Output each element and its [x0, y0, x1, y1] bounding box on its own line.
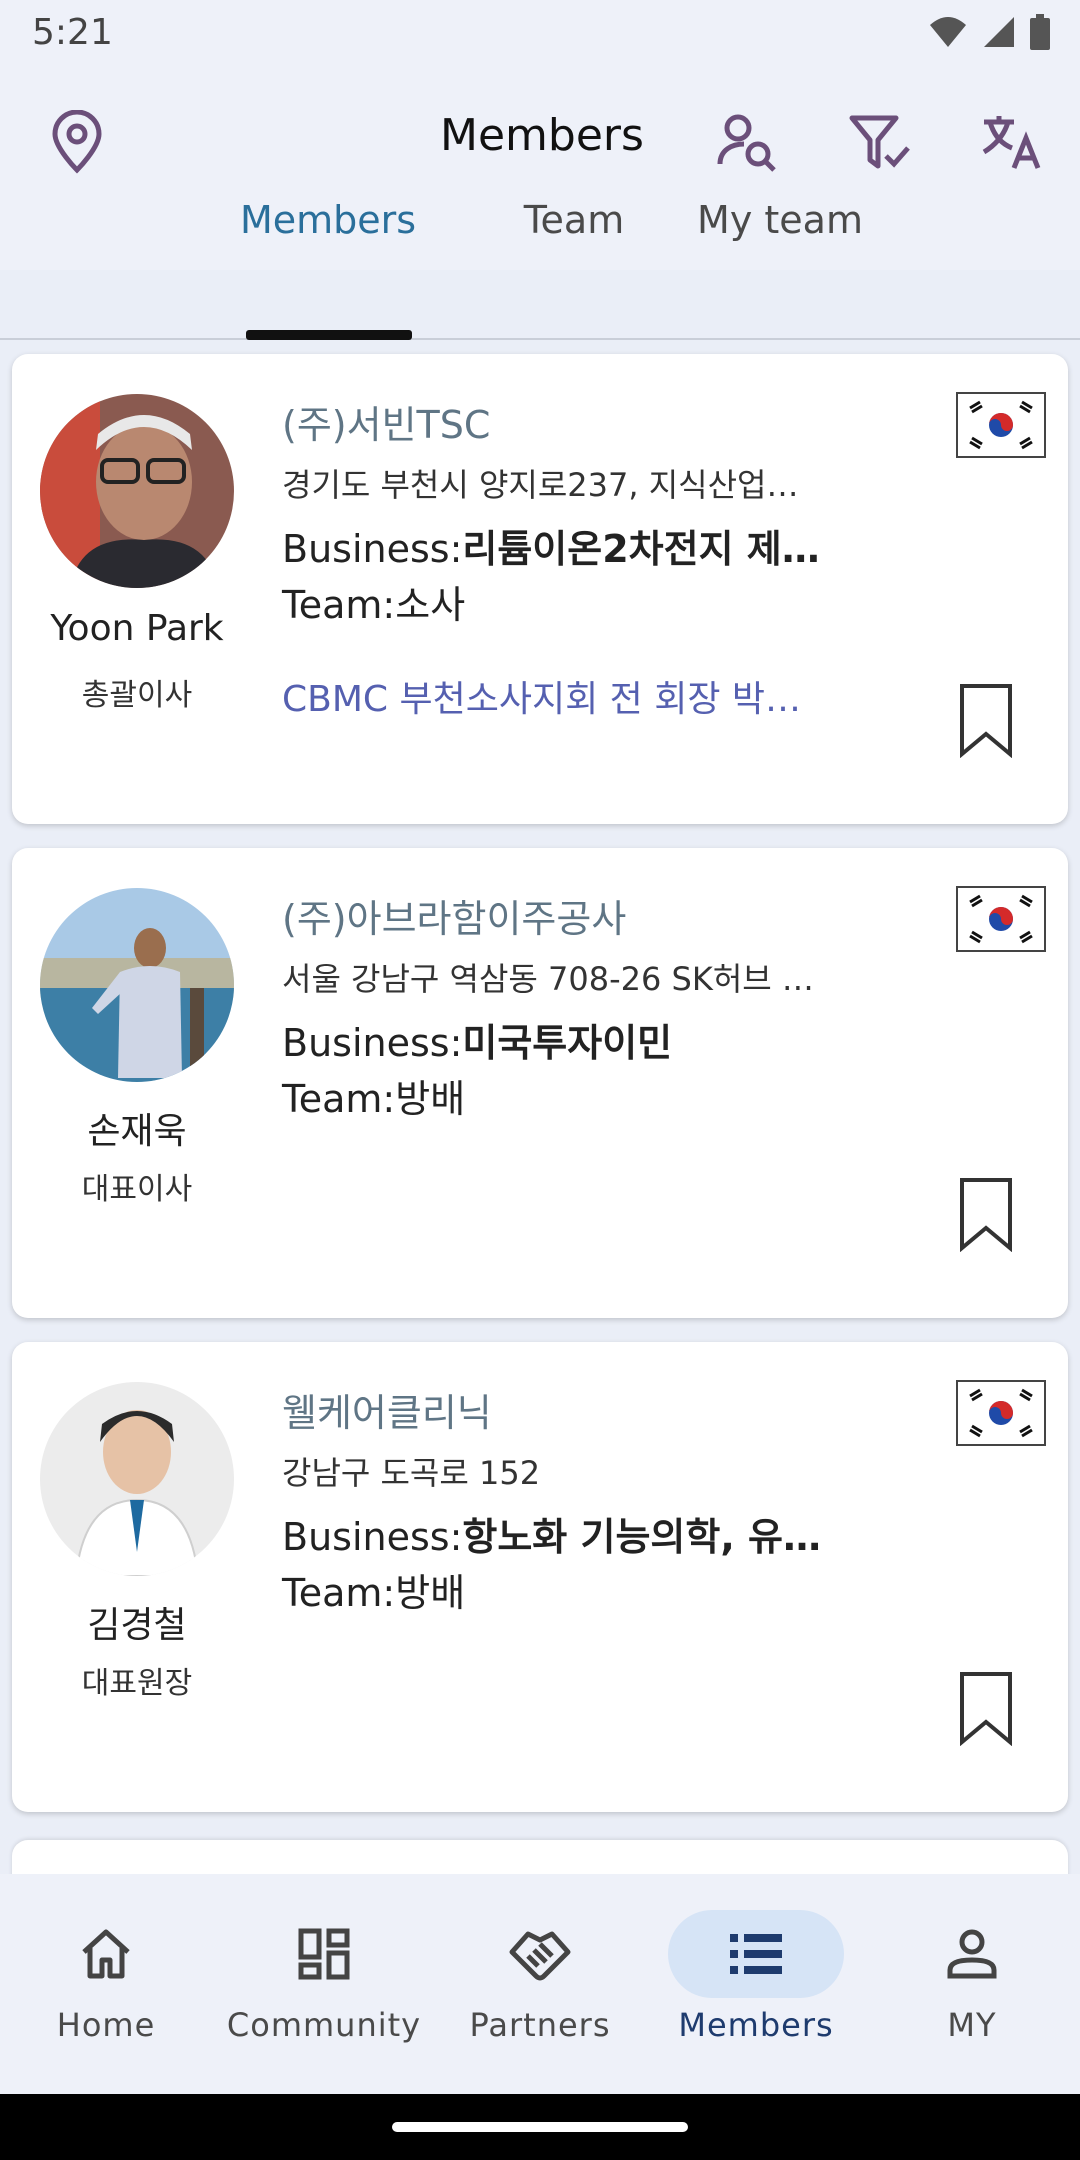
nav-home[interactable]: Home — [6, 1910, 206, 2060]
member-card-partial[interactable] — [12, 1840, 1068, 1876]
business-label: Business: — [282, 1515, 463, 1559]
nav-members[interactable]: Members — [656, 1910, 856, 2060]
tab-team[interactable]: Team — [484, 170, 664, 270]
business-value: 항노화 기능의학, 유… — [462, 1515, 821, 1559]
team-value: 소사 — [395, 583, 466, 627]
signal-icon — [984, 17, 1014, 47]
tab-members[interactable]: Members — [238, 170, 418, 270]
wifi-icon — [930, 17, 966, 47]
member-name: 김경철 — [87, 1605, 187, 1646]
gesture-handle[interactable] — [392, 2122, 688, 2132]
bottom-nav: Home Community Partners Members MY — [0, 1874, 1080, 2094]
company-address: 서울 강남구 역삼동 708-26 SK허브 … — [282, 960, 814, 998]
bookmark-icon[interactable] — [958, 682, 1014, 758]
page-title: Members — [440, 110, 644, 161]
team-line: Team:방배 — [282, 1068, 465, 1123]
company-name: 웰케어클리닉 — [282, 1391, 492, 1435]
nav-community[interactable]: Community — [224, 1910, 424, 2060]
dashboard-icon — [236, 1910, 412, 1998]
member-list[interactable]: Yoon Park 총괄이사 (주)서빈TSC 경기도 부천시 양지로237, … — [0, 340, 1080, 1876]
handshake-icon — [452, 1910, 628, 1998]
company-address: 경기도 부천시 양지로237, 지식산업… — [282, 466, 799, 504]
location-pin-icon — [52, 110, 102, 174]
nav-label: Partners — [469, 2006, 611, 2044]
tab-indicator — [246, 330, 412, 340]
person-icon — [884, 1910, 1060, 1998]
nav-partners[interactable]: Partners — [440, 1910, 640, 2060]
member-card[interactable]: Yoon Park 총괄이사 (주)서빈TSC 경기도 부천시 양지로237, … — [12, 354, 1068, 824]
team-line: Team:소사 — [282, 574, 465, 629]
person-search-button[interactable] — [712, 106, 784, 178]
location-button[interactable] — [44, 106, 110, 178]
tab-my-team[interactable]: My team — [660, 170, 900, 270]
nav-label: Community — [226, 2006, 422, 2044]
team-value: 방배 — [395, 1077, 466, 1121]
korea-flag-icon — [956, 886, 1046, 952]
status-time: 5:21 — [32, 12, 113, 53]
status-bar: 5:21 — [0, 0, 1080, 66]
member-card[interactable]: 김경철 대표원장 웰케어클리닉 강남구 도곡로 152 Business:항노화… — [12, 1342, 1068, 1812]
member-role: 대표원장 — [81, 1666, 193, 1701]
nav-my[interactable]: MY — [872, 1910, 1072, 2060]
korea-flag-icon — [956, 392, 1046, 458]
business-line: Business:항노화 기능의학, 유… — [282, 1506, 842, 1561]
nav-label: MY — [947, 2006, 997, 2044]
business-value: 리튬이온2차전지 제… — [462, 527, 820, 571]
team-label: Team: — [282, 1571, 396, 1615]
avatar — [40, 394, 234, 588]
status-icons — [928, 14, 1050, 50]
team-label: Team: — [282, 583, 396, 627]
translate-icon — [982, 116, 1041, 169]
team-line: Team:방배 — [282, 1562, 465, 1617]
gesture-bar — [0, 2094, 1080, 2160]
business-label: Business: — [282, 1021, 463, 1065]
translate-button[interactable] — [976, 106, 1048, 178]
member-role: 대표이사 — [81, 1172, 193, 1207]
team-value: 방배 — [395, 1571, 466, 1615]
company-name: (주)서빈TSC — [282, 403, 491, 447]
nav-label: Members — [678, 2006, 834, 2044]
business-line: Business:미국투자이민 — [282, 1012, 842, 1067]
company-address: 강남구 도곡로 152 — [282, 1454, 541, 1492]
home-icon — [18, 1910, 194, 1998]
list-icon — [668, 1910, 844, 1998]
member-role: 총괄이사 — [81, 678, 193, 713]
member-name: 손재욱 — [87, 1111, 187, 1152]
battery-icon — [1030, 14, 1050, 50]
business-value: 미국투자이민 — [462, 1021, 673, 1065]
team-label: Team: — [282, 1077, 396, 1121]
member-card[interactable]: 손재욱 대표이사 (주)아브라함이주공사 서울 강남구 역삼동 708-26 S… — [12, 848, 1068, 1318]
member-tags: CBMC 부천소사지회 전 회장 박… — [282, 679, 802, 720]
tab-bar: Members Team My team — [200, 170, 880, 342]
nav-label: Home — [56, 2006, 156, 2044]
business-label: Business: — [282, 527, 463, 571]
avatar — [40, 1382, 234, 1576]
korea-flag-icon — [956, 1380, 1046, 1446]
company-name: (주)아브라함이주공사 — [282, 897, 627, 941]
bookmark-icon[interactable] — [958, 1176, 1014, 1252]
member-name: Yoon Park — [50, 608, 224, 649]
filter-button[interactable] — [844, 106, 916, 178]
filter-check-icon — [849, 115, 910, 169]
person-search-icon — [717, 114, 776, 172]
business-line: Business:리튬이온2차전지 제… — [282, 518, 842, 573]
bookmark-icon[interactable] — [958, 1670, 1014, 1746]
avatar — [40, 888, 234, 1082]
